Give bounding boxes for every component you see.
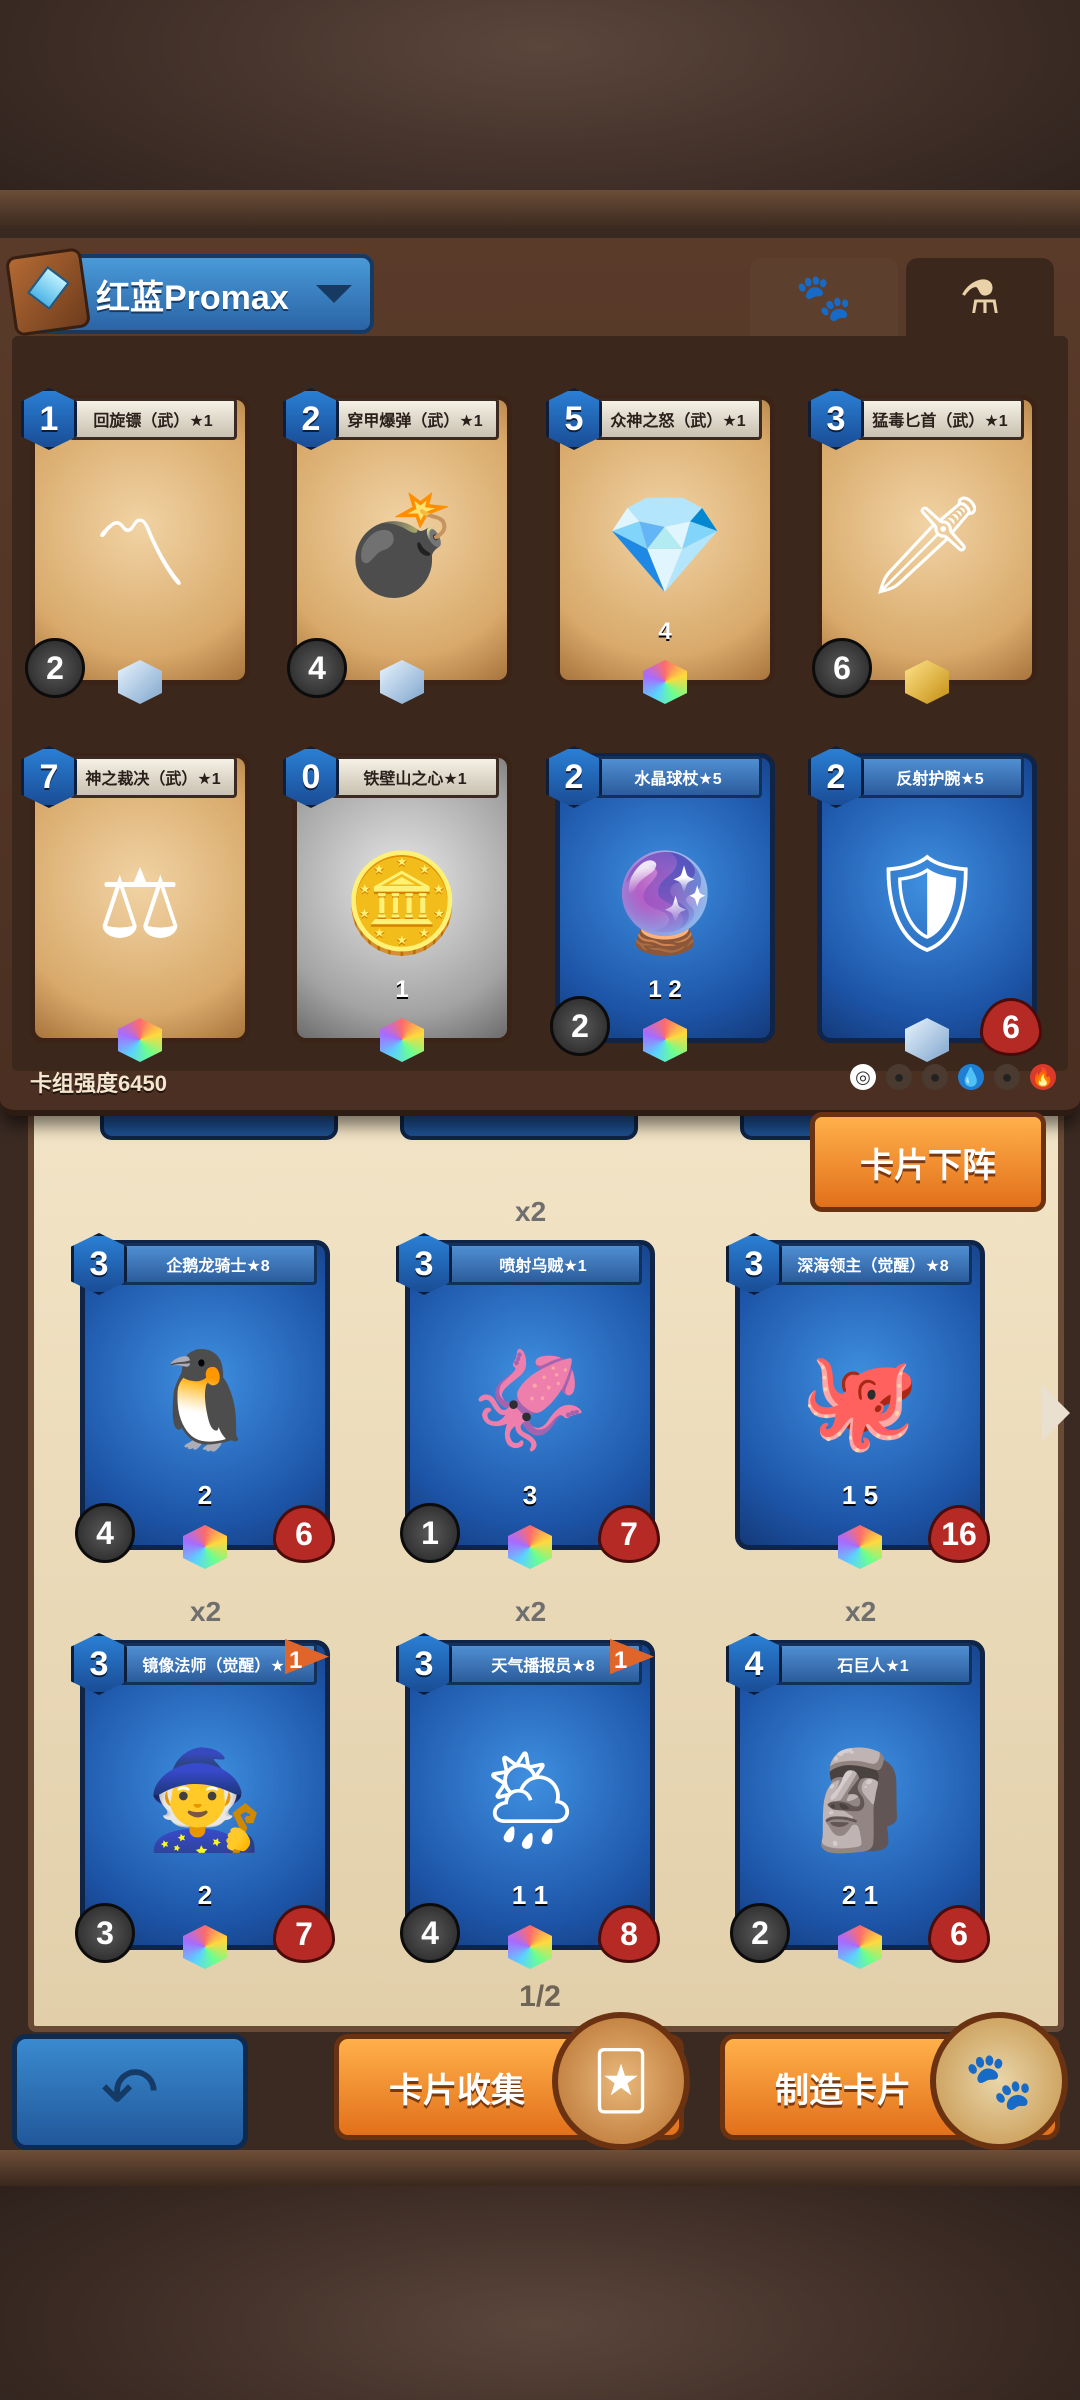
card-name: 喷射乌贼★1	[444, 1243, 642, 1285]
card-name: 深海领主（觉醒）★8	[774, 1243, 972, 1285]
medallion-icon: 🪙	[342, 849, 462, 957]
card-collection-label: 卡片收集	[389, 2071, 525, 2110]
deep-sea-lord-icon: 🐙	[800, 1347, 920, 1454]
card-health: 6	[928, 1905, 990, 1963]
scales-icon: ⚖	[96, 850, 184, 958]
weather-reporter-icon: 🌦	[469, 1747, 591, 1854]
deck-card[interactable]: 回旋镖（武）★1 1 〽 2	[21, 388, 250, 704]
card-stat-badge: 1 5	[841, 1480, 879, 1510]
bottom-decor	[0, 2150, 1080, 2400]
card-count: x2	[845, 1596, 877, 1627]
card-name: 铁壁山之心★1	[331, 756, 499, 798]
paw-potion-icon[interactable]: 🐾	[930, 2012, 1068, 2150]
boomerang-icon: 〽	[92, 501, 188, 609]
card-health: 16	[928, 1505, 990, 1563]
tab-creatures[interactable]: 🐾	[750, 258, 898, 336]
card-attack: 2	[550, 996, 610, 1056]
card-name: 水晶球杖★5	[594, 756, 762, 798]
collection-card[interactable]: 天气播报员★8 3 1 🌦 1 148	[396, 1633, 660, 1969]
earth-element-icon[interactable]: ●	[886, 1064, 912, 1090]
back-button[interactable]: ↶	[12, 2034, 248, 2150]
penguin-knight-icon: 🐧	[145, 1347, 265, 1454]
water-element-icon[interactable]: 💧	[958, 1064, 984, 1090]
top-decor	[0, 0, 1080, 230]
card-attack: 4	[287, 638, 347, 698]
deck-card[interactable]: 猛毒匕首（武）★1 3 🗡 6	[808, 388, 1037, 704]
card-attack: 4	[400, 1903, 460, 1963]
craft-card-label: 制造卡片	[775, 2071, 911, 2110]
collection-card[interactable]: 石巨人★1 4 🗿 2 126	[726, 1633, 990, 1969]
squid-icon: 🦑	[470, 1347, 590, 1454]
card-name: 石巨人★1	[774, 1643, 972, 1685]
page-indicator: 1/2	[519, 1980, 561, 2013]
card-health: 6	[980, 998, 1042, 1056]
deck-power: 卡组强度6450	[30, 1071, 167, 1096]
card-stat-badge: 2	[197, 1480, 213, 1510]
chevron-down-icon	[316, 285, 352, 303]
crystal-staff-icon: 🔮	[605, 849, 725, 957]
back-arrow-icon: ↶	[100, 2053, 160, 2131]
card-stat-badge: 1 1	[511, 1880, 549, 1910]
card-name: 回旋镖（武）★1	[69, 398, 237, 440]
collection-card[interactable]: 镜像法师（觉醒）★8 3 1 🧙 2 3 7	[71, 1633, 335, 1969]
dagger-icon: 🗡	[866, 491, 988, 599]
card-stat-badge: 3	[522, 1480, 538, 1510]
fire-element-icon[interactable]: 🔥	[1030, 1064, 1056, 1090]
card-stat-badge: 2	[197, 1880, 213, 1910]
nature-element-icon[interactable]: ●	[922, 1064, 948, 1090]
deck-card[interactable]: 众神之怒（武）★1 5 💎 4	[546, 388, 775, 704]
card-stat-badge: 1 2	[648, 976, 682, 1003]
card-attack: 1	[400, 1503, 460, 1563]
collection-card[interactable]: 深海领主（觉醒）★8 3 🐙 1 5 16	[726, 1233, 990, 1569]
tab-equipment[interactable]: ⚗	[906, 258, 1054, 336]
card-count: x2	[190, 1596, 222, 1627]
wind-element-icon[interactable]: ●	[994, 1064, 1020, 1090]
bomb-icon: 💣	[342, 491, 462, 599]
deck-name: 红蓝Promax	[96, 278, 289, 317]
bracers-icon: 🛡	[866, 849, 988, 957]
deck-card[interactable]: 水晶球杖★5 2 🔮 2 1 2	[546, 746, 775, 1062]
collection-card[interactable]: 喷射乌贼★1 3 🦑 3 1 7	[396, 1233, 660, 1569]
deck-card[interactable]: 神之裁决（武）★1 7 ⚖	[21, 746, 250, 1062]
card-health: 7	[273, 1905, 335, 1963]
card-name: 众神之怒（武）★1	[594, 398, 762, 440]
paw-icon: 🐾	[795, 270, 853, 323]
card-stat-badge: 1	[395, 976, 409, 1003]
deck-panel: 红蓝Promax 🐾 ⚗ 回旋镖（武）★1 1 〽 2 穿甲爆弹（武）★1 2 💣 4 众神之怒…	[0, 238, 1080, 1116]
card-name: 反射护腕★5	[856, 756, 1024, 798]
deck-card[interactable]: 反射护腕★5 2 🛡 6	[808, 746, 1042, 1062]
remove-card-button[interactable]: 卡片下阵	[810, 1112, 1046, 1212]
card-count: x2	[515, 1596, 547, 1627]
card-stat-badge: 4	[658, 618, 672, 645]
card-health: 7	[598, 1505, 660, 1563]
deck-card[interactable]: 穿甲爆弹（武）★1 2 💣 4	[283, 388, 512, 704]
card-health: 6	[273, 1505, 335, 1563]
next-page-icon[interactable]	[1042, 1385, 1070, 1441]
potion-icon: ⚗	[959, 271, 1001, 323]
card-attack: 2	[730, 1903, 790, 1963]
deck-selector[interactable]: 红蓝Promax	[4, 247, 374, 337]
stone-golem-icon: 🗿	[800, 1747, 920, 1854]
collection-card[interactable]: 企鹅龙骑士★8 3 🐧 2 4 6	[71, 1233, 335, 1569]
card-name: 企鹅龙骑士★8	[119, 1243, 317, 1285]
element-filter: ◎ ● ● 💧 ● 🔥	[850, 1064, 1056, 1090]
card-name: 猛毒匕首（武）★1	[856, 398, 1024, 440]
crystal-icon: 💎	[605, 491, 725, 599]
card-health: 8	[598, 1905, 660, 1963]
card-name: 神之裁决（武）★1	[69, 756, 237, 798]
card-attack: 6	[812, 638, 872, 698]
deck-card[interactable]: 铁壁山之心★1 0 🪙 1	[283, 746, 512, 1062]
card-attack: 4	[75, 1503, 135, 1563]
card-pack-icon[interactable]: 🃏	[552, 2012, 690, 2150]
neutral-element-icon[interactable]: ◎	[850, 1064, 876, 1090]
card-attack: 2	[25, 638, 85, 698]
card-count: x2	[515, 1196, 547, 1227]
card-stat-badge: 2 1	[841, 1880, 879, 1910]
card-attack: 3	[75, 1903, 135, 1963]
deck-book-icon	[4, 247, 92, 337]
mirror-mage-icon: 🧙	[145, 1747, 265, 1854]
card-name: 穿甲爆弹（武）★1	[331, 398, 499, 440]
